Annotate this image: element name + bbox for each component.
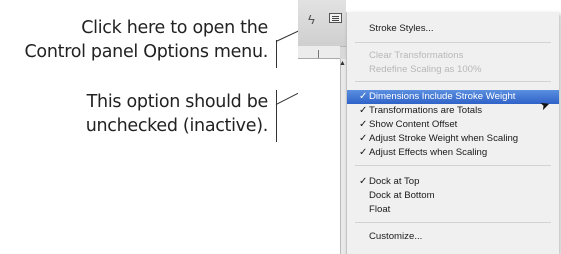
menu-item-adjust-stroke-weight[interactable]: ✓ Adjust Stroke Weight when Scaling [347, 132, 559, 146]
callout-stroke-weight: This option should be unchecked (inactiv… [85, 90, 269, 138]
menu-item-label: Show Content Offset [369, 119, 458, 130]
panel-options-menu-icon[interactable] [329, 13, 342, 23]
menu-separator [355, 42, 551, 43]
menu-item-label: Stroke Styles... [369, 23, 434, 34]
checkmark-icon: ✓ [359, 105, 368, 116]
menu-item-show-content-offset[interactable]: ✓ Show Content Offset [347, 118, 559, 132]
menu-separator [355, 81, 551, 82]
checkmark-icon: ✓ [359, 147, 368, 158]
horizontal-ruler [298, 46, 340, 59]
checkmark-icon: ✓ [359, 133, 368, 144]
callout-options-menu: Click here to open the Control panel Opt… [24, 16, 269, 64]
control-panel-bar [298, 0, 346, 47]
callout-stroke-line-2: unchecked (inactive). [85, 116, 269, 136]
callout-options-line-1: Click here to open the [81, 18, 268, 38]
menu-separator [355, 222, 551, 223]
menu-item-float[interactable]: Float [347, 203, 559, 217]
menu-item-label: Adjust Effects when Scaling [369, 147, 488, 158]
menu-item-transformations-are-totals[interactable]: ✓ Transformations are Totals [347, 104, 559, 118]
menu-item-customize[interactable]: Customize... [347, 230, 559, 244]
lightning-bolt-icon[interactable]: ϟ [308, 12, 315, 27]
checkmark-icon: ✓ [359, 176, 368, 187]
menu-separator [355, 165, 551, 166]
callout-options-line-2: Control panel Options menu. [24, 42, 269, 62]
menu-item-label: Adjust Stroke Weight when Scaling [369, 133, 519, 144]
menu-item-label: Dock at Bottom [369, 190, 435, 201]
menu-item-label: Clear Transformations [369, 50, 464, 61]
menu-item-label: Dimensions Include Stroke Weight [369, 91, 516, 102]
checkmark-icon: ✓ [359, 91, 368, 102]
menu-item-label: Float [369, 204, 391, 215]
menu-item-label: Transformations are Totals [369, 105, 483, 116]
menu-item-label: Dock at Top [369, 176, 420, 187]
callout-stroke-line-1: This option should be [86, 92, 269, 112]
control-panel-options-menu: Stroke Styles... Clear Transformations R… [346, 12, 559, 254]
menu-item-stroke-styles[interactable]: Stroke Styles... [347, 22, 559, 36]
checkmark-icon: ✓ [359, 119, 368, 130]
menu-item-dock-at-top[interactable]: ✓ Dock at Top [347, 175, 559, 189]
menu-item-clear-transformations: Clear Transformations [347, 49, 559, 63]
menu-item-label: Redefine Scaling as 100% [369, 64, 482, 75]
menu-item-adjust-effects[interactable]: ✓ Adjust Effects when Scaling [347, 146, 559, 160]
callout-bracket-bottom [267, 90, 277, 142]
callout-bracket-top [267, 40, 277, 68]
scroll-up-arrow-icon[interactable]: ▲ [339, 60, 346, 67]
menu-item-dock-at-bottom[interactable]: Dock at Bottom [347, 189, 559, 203]
document-area [298, 59, 340, 254]
menu-item-redefine-scaling: Redefine Scaling as 100% [347, 63, 559, 77]
menu-item-dimensions-include-stroke-weight[interactable]: ✓ Dimensions Include Stroke Weight [347, 90, 559, 104]
menu-item-label: Customize... [369, 231, 423, 242]
